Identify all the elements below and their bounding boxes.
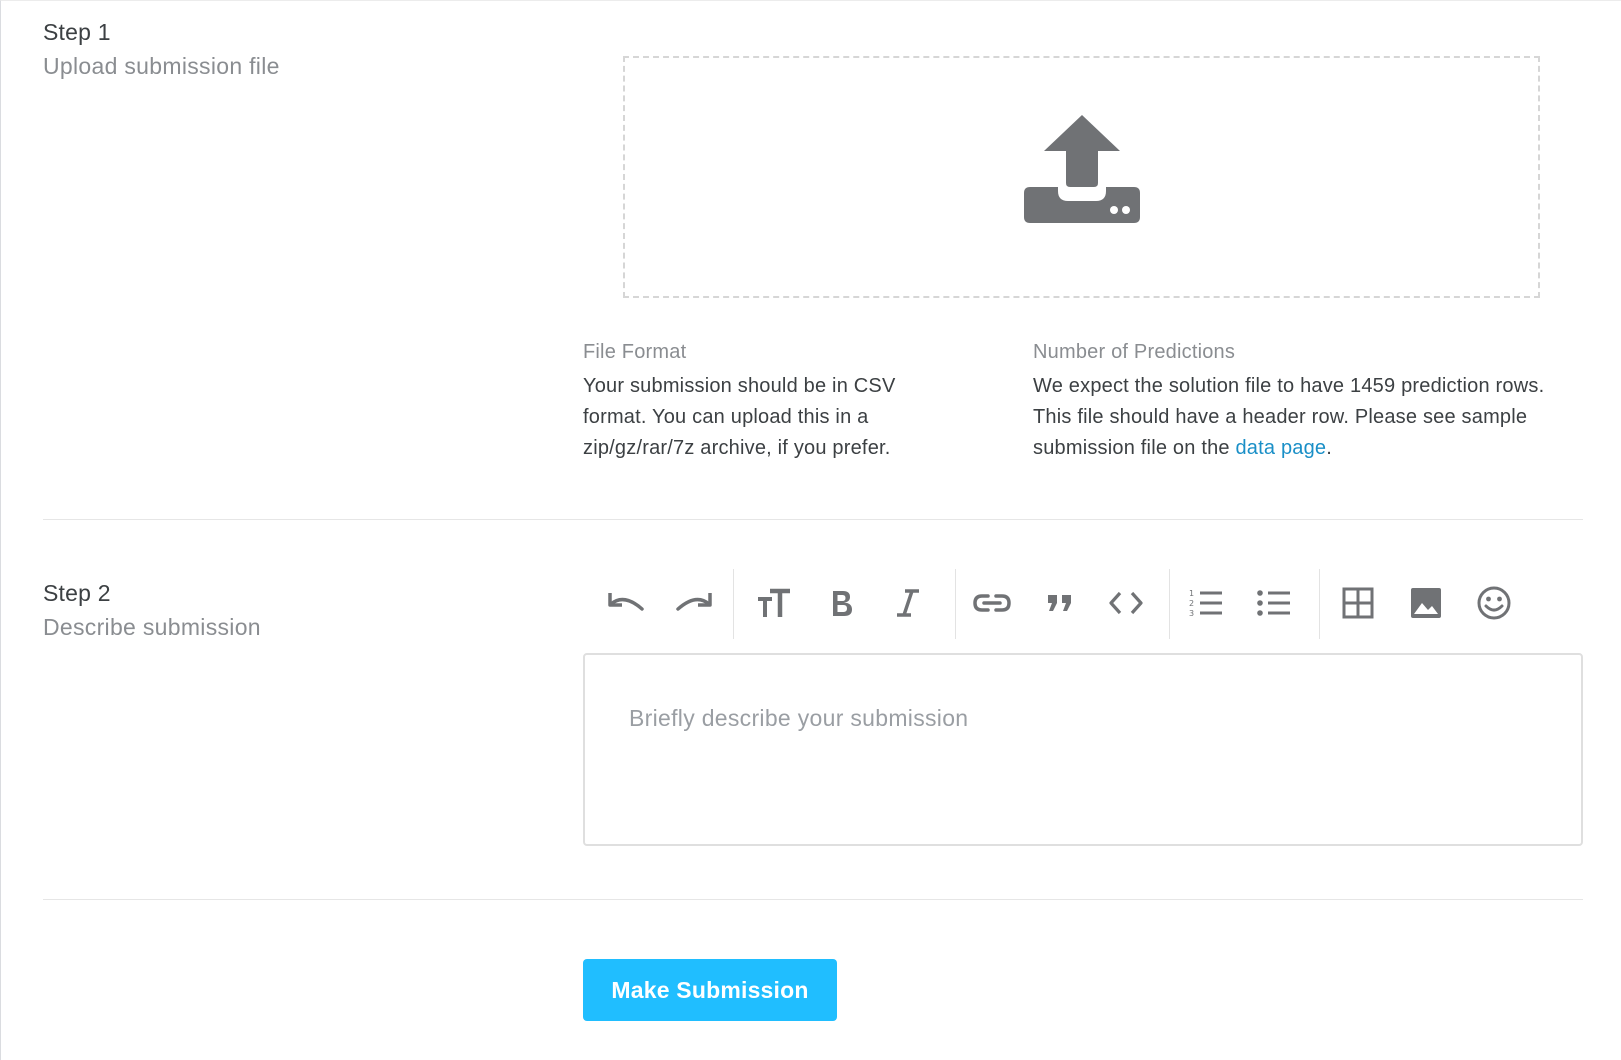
predictions-text-end: .: [1326, 437, 1333, 459]
step2-title: Step 2: [43, 580, 111, 606]
editor-toolbar: 123: [583, 567, 1543, 639]
code-button[interactable]: [1103, 567, 1149, 639]
section-divider: [43, 899, 1583, 900]
step2-subtitle: Describe submission: [43, 614, 261, 640]
section-divider: [43, 519, 1583, 520]
italic-button[interactable]: [885, 567, 931, 639]
redo-icon: [674, 589, 714, 617]
undo-button[interactable]: [603, 567, 649, 639]
image-button[interactable]: [1403, 567, 1449, 639]
bullet-list-button[interactable]: [1251, 567, 1297, 639]
ordered-list-button[interactable]: 123: [1183, 567, 1229, 639]
bold-button[interactable]: [819, 567, 865, 639]
svg-text:2: 2: [1189, 599, 1194, 608]
file-format-label: File Format: [583, 341, 687, 363]
svg-text:1: 1: [1189, 589, 1194, 598]
svg-text:3: 3: [1189, 609, 1194, 618]
toolbar-separator: [733, 569, 734, 639]
toolbar-separator: [1319, 569, 1320, 639]
step1-subtitle: Upload submission file: [43, 53, 280, 79]
emoji-icon: [1477, 586, 1511, 620]
make-submission-button[interactable]: Make Submission: [583, 959, 837, 1021]
upload-icon: [1023, 115, 1140, 223]
file-dropzone[interactable]: [623, 56, 1540, 298]
quote-button[interactable]: [1037, 567, 1083, 639]
bullet-list-icon: [1256, 588, 1292, 618]
link-button[interactable]: [969, 567, 1015, 639]
table-icon: [1342, 587, 1374, 619]
code-icon: [1108, 590, 1144, 616]
submission-page: Step 1 Upload submission file File Forma…: [0, 0, 1621, 1060]
text-size-icon: [756, 587, 792, 619]
toolbar-separator: [955, 569, 956, 639]
heading-button[interactable]: [751, 567, 797, 639]
redo-button[interactable]: [671, 567, 717, 639]
emoji-button[interactable]: [1471, 567, 1517, 639]
data-page-link[interactable]: data page: [1235, 437, 1326, 459]
quote-icon: [1046, 593, 1074, 613]
predictions-description: We expect the solution file to have 1459…: [1033, 371, 1563, 464]
image-icon: [1410, 587, 1442, 619]
italic-icon: [895, 588, 921, 618]
file-format-description: Your submission should be in CSV format.…: [583, 375, 896, 459]
link-icon: [973, 591, 1011, 615]
step1-title: Step 1: [43, 19, 111, 45]
ordered-list-icon: 123: [1188, 588, 1224, 618]
toolbar-separator: [1169, 569, 1170, 639]
description-input[interactable]: [585, 655, 1581, 844]
bold-icon: [829, 588, 855, 618]
undo-icon: [606, 589, 646, 617]
description-editor: [583, 653, 1583, 846]
table-button[interactable]: [1335, 567, 1381, 639]
predictions-label: Number of Predictions: [1033, 341, 1236, 363]
